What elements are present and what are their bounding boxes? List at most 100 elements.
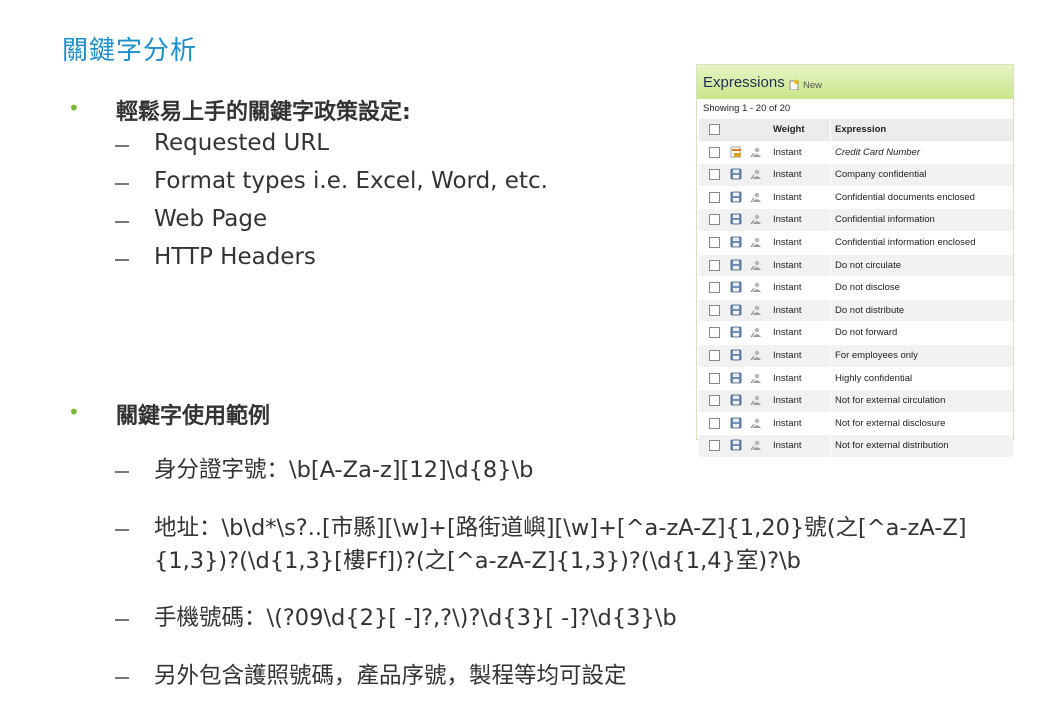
save-icon[interactable] (730, 372, 742, 384)
user-icon[interactable] (750, 281, 762, 293)
bullet-heading-examples: 關鍵字使用範例 (116, 404, 271, 429)
column-separator (830, 435, 831, 457)
showing-count: Showing 1 - 20 of 20 (703, 103, 791, 114)
table-row[interactable]: Instant Highly confidential (699, 366, 1013, 390)
table-row[interactable]: Instant Confidential information (699, 208, 1013, 231)
expressions-table: Weight Expression Instant Credit Card Num… (699, 118, 1013, 457)
save-icon[interactable] (730, 394, 742, 406)
table-row[interactable]: Instant For employees only (699, 343, 1013, 367)
new-button[interactable]: New (803, 80, 822, 91)
expression-cell[interactable]: Do not distribute (835, 305, 904, 316)
column-separator (830, 412, 831, 435)
save-icon[interactable] (730, 213, 742, 225)
row-checkbox[interactable] (709, 236, 720, 248)
user-icon[interactable] (750, 439, 762, 451)
user-icon[interactable] (750, 304, 762, 316)
expression-cell[interactable]: Not for external circulation (835, 395, 945, 406)
expression-cell[interactable]: Confidential information (835, 214, 935, 225)
user-icon[interactable] (750, 349, 762, 361)
dash-marker (115, 677, 129, 679)
user-icon[interactable] (750, 394, 762, 406)
dash-marker (115, 619, 129, 621)
weight-cell: Instant (773, 417, 802, 429)
weight-cell: Instant (773, 169, 802, 181)
column-separator (830, 119, 831, 141)
select-all-checkbox[interactable] (709, 124, 720, 135)
row-checkbox[interactable] (709, 259, 720, 271)
row-checkbox[interactable] (709, 282, 720, 294)
save-icon[interactable] (730, 191, 742, 203)
expression-cell[interactable]: Do not disclose (835, 282, 900, 293)
expression-cell[interactable]: For employees only (835, 350, 918, 361)
panel-title: Expressions (703, 74, 785, 91)
row-checkbox[interactable] (709, 327, 720, 339)
row-checkbox[interactable] (709, 349, 720, 361)
expression-cell[interactable]: Not for external distribution (835, 440, 949, 451)
table-row[interactable]: Instant Do not distribute (699, 298, 1013, 322)
expression-cell[interactable]: Do not circulate (835, 260, 901, 271)
sub-item-http-headers: HTTP Headers (154, 244, 316, 270)
new-icon[interactable] (789, 79, 800, 90)
row-checkbox[interactable] (709, 395, 720, 407)
expression-cell[interactable]: Confidential information enclosed (835, 237, 975, 248)
expression-cell[interactable]: Highly confidential (835, 373, 912, 384)
table-row[interactable]: Instant Do not circulate (699, 253, 1013, 277)
row-checkbox[interactable] (709, 372, 720, 384)
table-row[interactable]: Instant Do not disclose (699, 276, 1013, 299)
save-icon[interactable] (730, 259, 742, 271)
row-checkbox[interactable] (709, 440, 720, 452)
sub-item-web-page: Web Page (154, 206, 268, 232)
table-row[interactable]: Instant Confidential documents enclosed (699, 185, 1013, 209)
weight-cell: Instant (773, 304, 802, 316)
example-address: 地址：\b\d*\s?..[市縣][\w]+[路街道嶼][\w]+[^a-zA-… (154, 515, 967, 574)
row-checkbox[interactable] (709, 191, 720, 203)
user-icon[interactable] (750, 213, 762, 225)
column-header-weight[interactable]: Weight (773, 124, 805, 135)
weight-cell: Instant (773, 214, 802, 226)
save-icon[interactable] (730, 236, 742, 248)
user-icon[interactable] (750, 191, 762, 203)
column-separator (830, 231, 831, 254)
weight-cell: Instant (773, 372, 802, 384)
save-icon[interactable] (730, 304, 742, 316)
user-icon[interactable] (750, 146, 762, 158)
column-separator (830, 367, 831, 390)
row-checkbox[interactable] (709, 214, 720, 226)
user-icon[interactable] (750, 259, 762, 271)
expression-cell[interactable]: Not for external disclosure (835, 418, 945, 429)
save-icon[interactable] (730, 281, 742, 293)
expression-cell[interactable]: Credit Card Number (835, 147, 920, 158)
row-checkbox[interactable] (709, 146, 720, 158)
table-row[interactable]: Instant Not for external disclosure (699, 411, 1013, 435)
table-row[interactable]: Instant Not for external distribution (699, 434, 1013, 457)
row-checkbox[interactable] (709, 417, 720, 429)
save-icon[interactable] (730, 168, 742, 180)
save-icon[interactable] (730, 326, 742, 338)
credit-card-icon[interactable] (730, 146, 742, 158)
sub-item-requested-url: Requested URL (154, 130, 330, 156)
weight-cell: Instant (773, 191, 802, 203)
expression-cell[interactable]: Do not forward (835, 327, 897, 338)
row-checkbox[interactable] (709, 304, 720, 316)
save-icon[interactable] (730, 439, 742, 451)
dash-marker (115, 183, 129, 185)
save-icon[interactable] (730, 349, 742, 361)
column-separator (830, 299, 831, 322)
row-checkbox[interactable] (709, 169, 720, 181)
expression-cell[interactable]: Company confidential (835, 169, 926, 180)
user-icon[interactable] (750, 236, 762, 248)
column-separator (830, 164, 831, 186)
table-row[interactable]: Instant Credit Card Number (699, 140, 1013, 164)
bullet-marker: • (68, 400, 80, 424)
table-row[interactable]: Instant Do not forward (699, 321, 1013, 344)
table-row[interactable]: Instant Company confidential (699, 163, 1013, 186)
user-icon[interactable] (750, 326, 762, 338)
table-row[interactable]: Instant Confidential information enclosed (699, 230, 1013, 254)
user-icon[interactable] (750, 372, 762, 384)
table-row[interactable]: Instant Not for external circulation (699, 389, 1013, 412)
column-header-expression[interactable]: Expression (835, 124, 886, 135)
save-icon[interactable] (730, 417, 742, 429)
user-icon[interactable] (750, 417, 762, 429)
expression-cell[interactable]: Confidential documents enclosed (835, 192, 975, 203)
user-icon[interactable] (750, 168, 762, 180)
